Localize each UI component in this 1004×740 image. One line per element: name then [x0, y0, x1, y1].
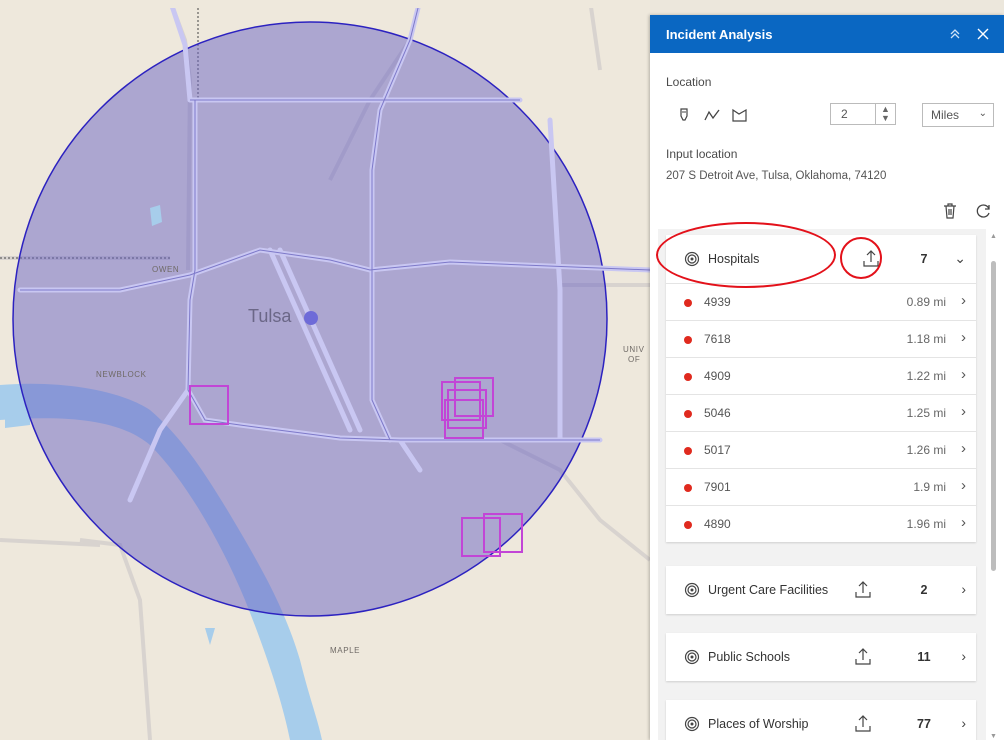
export-icon[interactable]	[862, 249, 880, 269]
point-draw-icon[interactable]	[674, 105, 694, 125]
area-label: NEWBLOCK	[96, 370, 147, 379]
distance-stepper[interactable]: ▲ ▼	[876, 103, 896, 125]
result-row[interactable]: 5046 1.25 mi ›	[666, 394, 976, 431]
hospital-rows: 4939 0.89 mi › 7618 1.18 mi › 4909 1.22 mi › 5046…	[666, 283, 976, 542]
chevron-right-icon[interactable]: ›	[961, 292, 966, 309]
city-label: Tulsa	[248, 306, 292, 326]
input-location-label: Input location	[666, 147, 738, 161]
scrollbar[interactable]: ▲ ▼	[988, 233, 998, 740]
result-row[interactable]: 7901 1.9 mi ›	[666, 468, 976, 505]
close-icon[interactable]	[972, 23, 994, 45]
result-marker-icon	[684, 484, 692, 492]
result-row[interactable]: 5017 1.26 mi ›	[666, 431, 976, 468]
layer-header-urgent-care[interactable]: Urgent Care Facilities 2 ›	[666, 566, 976, 614]
result-row[interactable]: 4909 1.22 mi ›	[666, 357, 976, 394]
result-row[interactable]: 4890 1.96 mi ›	[666, 505, 976, 542]
layer-icon	[684, 716, 700, 732]
result-distance: 1.9 mi	[913, 480, 946, 494]
result-distance: 1.96 mi	[906, 517, 946, 531]
result-name: 5046	[704, 406, 731, 420]
chevron-right-icon[interactable]: ›	[961, 440, 966, 457]
map-view[interactable]: Tulsa OWEN NEWBLOCK MAPLE UNIV OF	[0, 0, 650, 740]
result-name: 4909	[704, 369, 731, 383]
distance-input[interactable]: 2	[830, 103, 876, 125]
panel-header: Incident Analysis	[650, 15, 1004, 53]
chevron-right-icon[interactable]: ›	[961, 329, 966, 346]
layer-card-urgent-care: Urgent Care Facilities 2 ›	[666, 566, 976, 614]
result-distance: 0.89 mi	[906, 295, 946, 309]
trash-icon[interactable]	[940, 201, 960, 221]
result-marker-icon	[684, 410, 692, 418]
area-label: OWEN	[152, 265, 180, 274]
result-name: 4890	[704, 517, 731, 531]
layer-title: Public Schools	[708, 650, 790, 664]
incident-analysis-panel: Incident Analysis Location 2 ▲ ▼ Miles ⌄ …	[650, 15, 1004, 740]
result-marker-icon	[684, 447, 692, 455]
chevron-right-icon[interactable]: ›	[961, 366, 966, 383]
layer-title: Places of Worship	[708, 717, 809, 731]
result-name: 4939	[704, 295, 731, 309]
pond	[205, 628, 215, 645]
incident-location-marker[interactable]	[304, 311, 318, 325]
result-name: 7901	[704, 480, 731, 494]
chevron-right-icon[interactable]: ›	[961, 514, 966, 531]
area-label: UNIV	[623, 345, 645, 354]
layer-title: Hospitals	[708, 252, 760, 266]
chevron-right-icon[interactable]: ›	[961, 715, 966, 731]
chevron-right-icon[interactable]: ›	[961, 648, 966, 664]
chevron-right-icon[interactable]: ›	[961, 477, 966, 494]
distance-units-value: Miles	[931, 108, 960, 122]
layer-header-hospitals[interactable]: Hospitals 7 ⌄	[666, 235, 976, 283]
result-row[interactable]: 4939 0.89 mi ›	[666, 283, 976, 320]
area-label: MAPLE	[330, 646, 361, 655]
layer-header-places-of-worship[interactable]: Places of Worship 77 ›	[666, 700, 976, 740]
result-distance: 1.25 mi	[906, 406, 946, 420]
layer-count: 11	[917, 650, 931, 664]
distance-units-select[interactable]: Miles ⌄	[922, 103, 994, 127]
layer-count: 2	[920, 583, 928, 597]
export-icon[interactable]	[854, 647, 872, 667]
result-distance: 1.26 mi	[906, 443, 946, 457]
layer-header-public-schools[interactable]: Public Schools 11 ›	[666, 633, 976, 681]
result-distance: 1.18 mi	[906, 332, 946, 346]
layer-icon	[684, 251, 700, 267]
scrollbar-thumb[interactable]	[991, 261, 996, 571]
input-location-value: 207 S Detroit Ave, Tulsa, Oklahoma, 7412…	[666, 170, 887, 182]
results-list[interactable]: Hospitals 7 ⌄ 4939 0.89 mi › 7618 1.18 mi › 49…	[658, 229, 986, 740]
location-label: Location	[666, 75, 712, 89]
chevron-down-icon: ⌄	[978, 108, 987, 119]
result-marker-icon	[684, 373, 692, 381]
scroll-up-icon[interactable]: ▲	[990, 233, 997, 240]
panel-title: Incident Analysis	[666, 26, 773, 42]
result-name: 7618	[704, 332, 731, 346]
result-row[interactable]: 7618 1.18 mi ›	[666, 320, 976, 357]
export-icon[interactable]	[854, 714, 872, 734]
chevron-right-icon[interactable]: ›	[961, 581, 966, 597]
chevron-down-icon[interactable]: ⌄	[954, 250, 966, 267]
layer-card-places-of-worship: Places of Worship 77 ›	[666, 700, 976, 740]
polyline-draw-icon[interactable]	[702, 105, 722, 125]
layer-count: 77	[917, 717, 931, 731]
layer-icon	[684, 649, 700, 665]
layer-card-public-schools: Public Schools 11 ›	[666, 633, 976, 681]
layer-title: Urgent Care Facilities	[708, 583, 829, 597]
result-marker-icon	[684, 336, 692, 344]
polygon-draw-icon[interactable]	[730, 105, 750, 125]
scroll-down-icon[interactable]: ▼	[990, 733, 997, 740]
layer-card-hospitals: Hospitals 7 ⌄ 4939 0.89 mi › 7618 1.18 mi › 49…	[666, 235, 976, 542]
layer-count: 7	[920, 252, 928, 266]
refresh-icon[interactable]	[974, 201, 994, 221]
map-top-edge	[0, 0, 650, 8]
collapse-icon[interactable]	[944, 23, 966, 45]
chevron-right-icon[interactable]: ›	[961, 403, 966, 420]
result-name: 5017	[704, 443, 731, 457]
area-label: OF	[628, 355, 641, 364]
result-marker-icon	[684, 299, 692, 307]
layer-icon	[684, 582, 700, 598]
result-marker-icon	[684, 521, 692, 529]
export-icon[interactable]	[854, 580, 872, 600]
result-distance: 1.22 mi	[906, 369, 946, 383]
